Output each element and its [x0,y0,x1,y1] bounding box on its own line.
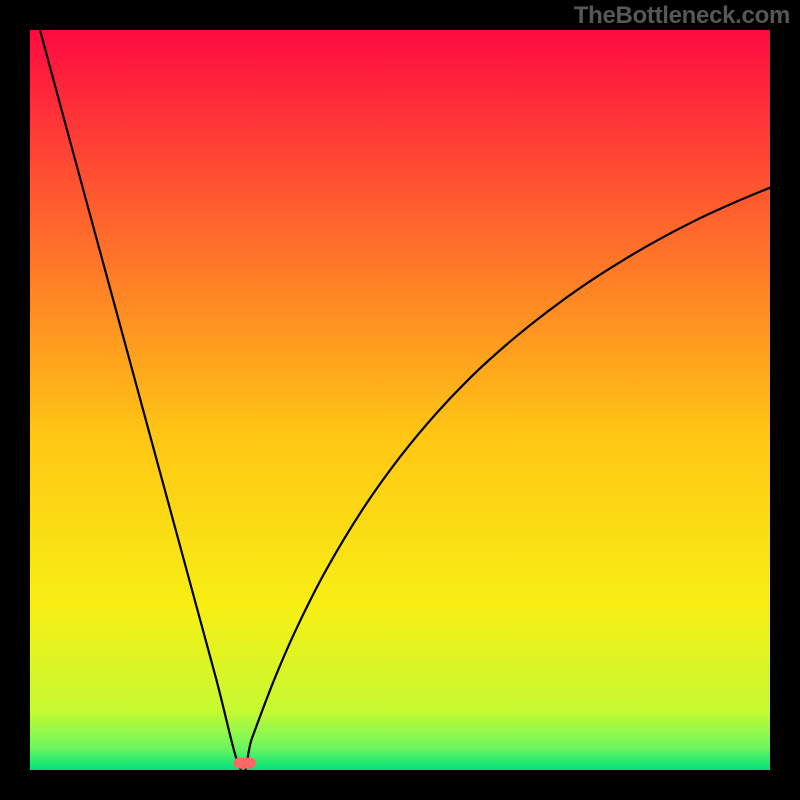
watermark-text: TheBottleneck.com [574,2,790,30]
optimal-point-marker [234,758,256,769]
plot-area [30,30,770,770]
chart-frame: TheBottleneck.com [0,0,800,800]
optimal-marker-shape [234,758,256,769]
bottleneck-chart [30,30,770,770]
